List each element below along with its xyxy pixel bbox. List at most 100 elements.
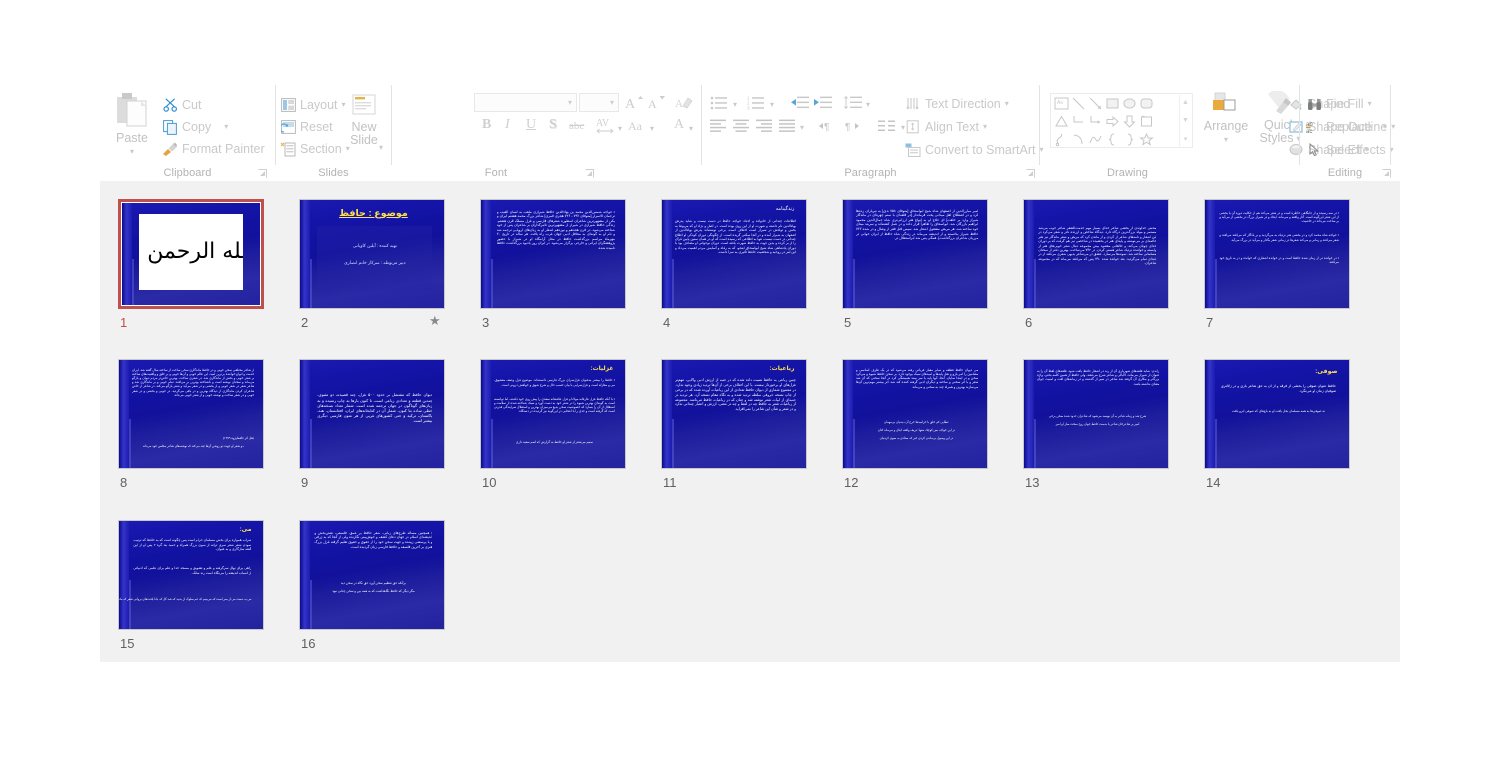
slide-thumbnail-item[interactable]: موضوع : حافظ تهيه كننده : آيلين كاويانى دب…: [299, 199, 445, 337]
slide-thumbnail-3[interactable]: • خواجه شمس‌الدين محمد بن بهاءالدين حافظ…: [480, 199, 626, 309]
slide-thumbnail-2[interactable]: موضوع : حافظ تهيه كننده : آيلين كاويانى دب…: [299, 199, 445, 309]
align-text-button[interactable]: Align Text ▾: [905, 119, 987, 135]
shapes-scroll-up-icon[interactable]: ▲: [1180, 95, 1191, 109]
animation-star-icon[interactable]: ★: [429, 314, 441, 327]
columns-button[interactable]: [878, 117, 898, 134]
decrease-indent-button[interactable]: [790, 94, 810, 111]
slide-thumbnail-item[interactable]: زندگينامه اطلاعات چندانى از خانواده و اجد…: [661, 199, 807, 337]
change-case-button[interactable]: Aa: [628, 119, 642, 134]
slide-thumbnail-item[interactable]: مى: شراب همواره براى بخش مسلمان حرام است …: [118, 520, 264, 658]
shapes-row-3[interactable]: [1054, 132, 1154, 147]
text-direction-button[interactable]: Text Direction ▾: [905, 96, 1009, 112]
slide-thumbnail-item[interactable]: از شاعر مختلفى سخن خوبى و در حافظ ماندگا…: [118, 359, 264, 497]
slide-thumbnail-item[interactable]: راندن: شايد قلعه‌هاى شهريارى آن از رند د…: [1023, 359, 1169, 497]
character-spacing-caret-icon[interactable]: ▾: [618, 125, 622, 133]
slide-thumbnail-15[interactable]: مى: شراب همواره براى بخش مسلمان حرام است …: [118, 520, 264, 630]
italic-button[interactable]: I: [505, 117, 510, 133]
slide-thumbnail-item[interactable]: صوفى: حافظ عنوان صوفى را بخشى از فرقه و ا…: [1204, 359, 1350, 497]
font-name-combo[interactable]: ▾: [474, 93, 577, 112]
slide-thumbnail-item[interactable]: امير مبارزالدين از اصفهان شاه شيخ ابواسح…: [842, 199, 988, 337]
shapes-row-2[interactable]: [1054, 114, 1154, 129]
slide-thumbnail-12[interactable]: مى ديوان حافظ قطعه و ساير معيار قربانى ر…: [842, 359, 988, 469]
line-spacing-button[interactable]: [843, 94, 863, 111]
slide-thumbnail-9[interactable]: ديوان حافظ كه مشتمل بر حدود ۵۰۰ غزل، چند…: [299, 359, 445, 469]
slide-thumbnail-5[interactable]: امير مبارزالدين از اصفهان شاه شيخ ابواسح…: [842, 199, 988, 309]
underline-button[interactable]: U: [526, 117, 536, 133]
bold-button[interactable]: B: [482, 117, 491, 133]
bullets-button[interactable]: [710, 94, 730, 111]
slide-thumbnail-6[interactable]: محبتى خداوندى از بخشى شاعر خداى بسيار مه…: [1023, 199, 1169, 309]
slide-thumbnail-item[interactable]: • در سه رسيده و از جايگاهى خاطره است و د…: [1204, 199, 1350, 337]
slide-thumbnail-item[interactable]: • همچنين مساله طرح‌هاى زبانى، شعر حافظ پ…: [299, 520, 445, 658]
font-size-caret-icon[interactable]: ▾: [610, 99, 614, 107]
align-center-button[interactable]: [733, 117, 751, 134]
shapes-row-1[interactable]: A≡: [1054, 96, 1154, 111]
select-button[interactable]: Select ▾: [1306, 142, 1369, 158]
format-painter-button[interactable]: Format Painter: [162, 141, 265, 157]
line-spacing-caret-icon[interactable]: ▾: [866, 101, 870, 109]
slide-thumbnail-1[interactable]: بسم الله الرحمن الرحیم: [118, 199, 264, 309]
font-name-caret-icon[interactable]: ▾: [568, 99, 572, 107]
shape-outline-caret-icon[interactable]: ▾: [1391, 123, 1395, 131]
slide-thumbnail-10[interactable]: غزليات: • حافظ را بيشتر به‌عنوان غزل‌سراى…: [480, 359, 626, 469]
paste-caret-icon[interactable]: ▾: [130, 148, 134, 156]
copy-button[interactable]: Copy ▾: [162, 119, 228, 135]
font-size-combo[interactable]: ▾: [579, 93, 619, 112]
text-shadow-button[interactable]: S: [549, 117, 557, 133]
slide-thumbnail-8[interactable]: از شاعر مختلفى سخن خوبى و در حافظ ماندگا…: [118, 359, 264, 469]
new-slide-button[interactable]: New Slide: [340, 91, 388, 147]
slide-thumbnail-13[interactable]: راندن: شايد قلعه‌هاى شهريارى آن از رند د…: [1023, 359, 1169, 469]
new-slide-caret-icon[interactable]: ▾: [379, 144, 383, 152]
arrange-button[interactable]: Arrange ▾: [1200, 91, 1252, 144]
justify-caret-icon[interactable]: ▾: [800, 124, 804, 132]
cut-button[interactable]: Cut: [162, 97, 201, 113]
slide-thumbnail-7[interactable]: • در سه رسيده و از جايگاهى خاطره است و د…: [1204, 199, 1350, 309]
font-dialog-launcher[interactable]: [585, 169, 594, 178]
slide-thumbnail-item[interactable]: محبتى خداوندى از بخشى شاعر خداى بسيار مه…: [1023, 199, 1169, 337]
slide-thumbnail-4[interactable]: زندگينامه اطلاعات چندانى از خانواده و اجد…: [661, 199, 807, 309]
clipboard-dialog-launcher[interactable]: [258, 169, 267, 178]
section-caret-icon[interactable]: ▾: [346, 145, 350, 153]
slide-thumbnail-item[interactable]: بسم الله الرحمن الرحیم 1: [118, 199, 264, 337]
align-right-button[interactable]: [756, 117, 774, 134]
clear-formatting-button[interactable]: A: [674, 93, 694, 112]
layout-button[interactable]: Layout ▾: [280, 97, 346, 113]
slide-thumbnail-item[interactable]: مى ديوان حافظ قطعه و ساير معيار قربانى ر…: [842, 359, 988, 497]
slide-thumbnail-14[interactable]: صوفى: حافظ عنوان صوفى را بخشى از فرقه و ا…: [1204, 359, 1350, 469]
paragraph-dialog-launcher[interactable]: [1026, 169, 1035, 178]
increase-indent-button[interactable]: [813, 94, 833, 111]
increase-font-size-button[interactable]: A: [624, 93, 644, 112]
copy-caret-icon[interactable]: ▾: [224, 123, 228, 131]
find-button[interactable]: Find: [1306, 96, 1350, 112]
strikethrough-button[interactable]: abc: [569, 120, 584, 132]
slide-thumbnail-item[interactable]: ديوان حافظ كه مشتمل بر حدود ۵۰۰ غزل، چند…: [299, 359, 445, 497]
slide-sorter-pane[interactable]: بسم الله الرحمن الرحیم 1 موضوع : حافظ تهيه …: [100, 181, 1400, 662]
section-button[interactable]: Section ▾: [280, 141, 350, 157]
ltr-text-direction-button[interactable]: ¶: [818, 117, 838, 134]
paste-button[interactable]: Paste ▾: [108, 91, 156, 156]
slide-thumbnail-item[interactable]: غزليات: • حافظ را بيشتر به‌عنوان غزل‌سراى…: [480, 359, 626, 497]
decrease-font-size-button[interactable]: A: [646, 93, 666, 112]
align-left-button[interactable]: [710, 117, 728, 134]
shapes-gallery-scrollbar[interactable]: ▲ ▼ ▾: [1179, 95, 1191, 146]
align-text-caret-icon[interactable]: ▾: [983, 123, 987, 131]
character-spacing-button[interactable]: AV: [595, 116, 617, 139]
font-color-button[interactable]: A: [674, 117, 684, 133]
layout-caret-icon[interactable]: ▾: [342, 101, 346, 109]
change-case-caret-icon[interactable]: ▾: [650, 125, 654, 133]
shapes-gallery[interactable]: A≡ ▲ ▼ ▾: [1050, 93, 1193, 148]
convert-to-smartart-button[interactable]: Convert to SmartArt ▾: [905, 142, 1043, 158]
shapes-scroll-down-icon[interactable]: ▼: [1180, 113, 1191, 127]
select-caret-icon[interactable]: ▾: [1365, 146, 1369, 154]
slide-thumbnail-item[interactable]: رباعيات: چنين رباعى به حافظ نسبت داده شده…: [661, 359, 807, 497]
font-color-caret-icon[interactable]: ▾: [689, 125, 693, 133]
slide-thumbnail-11[interactable]: رباعيات: چنين رباعى به حافظ نسبت داده شده…: [661, 359, 807, 469]
rtl-text-direction-button[interactable]: ¶: [844, 117, 864, 134]
justify-button[interactable]: [779, 117, 797, 134]
bullets-caret-icon[interactable]: ▾: [733, 101, 737, 109]
shapes-gallery-more-icon[interactable]: ▾: [1180, 132, 1191, 146]
slide-thumbnail-item[interactable]: • خواجه شمس‌الدين محمد بن بهاءالدين حافظ…: [480, 199, 626, 337]
numbering-button[interactable]: 1 2 3: [747, 94, 767, 111]
reset-button[interactable]: Reset: [280, 119, 333, 135]
numbering-caret-icon[interactable]: ▾: [770, 101, 774, 109]
